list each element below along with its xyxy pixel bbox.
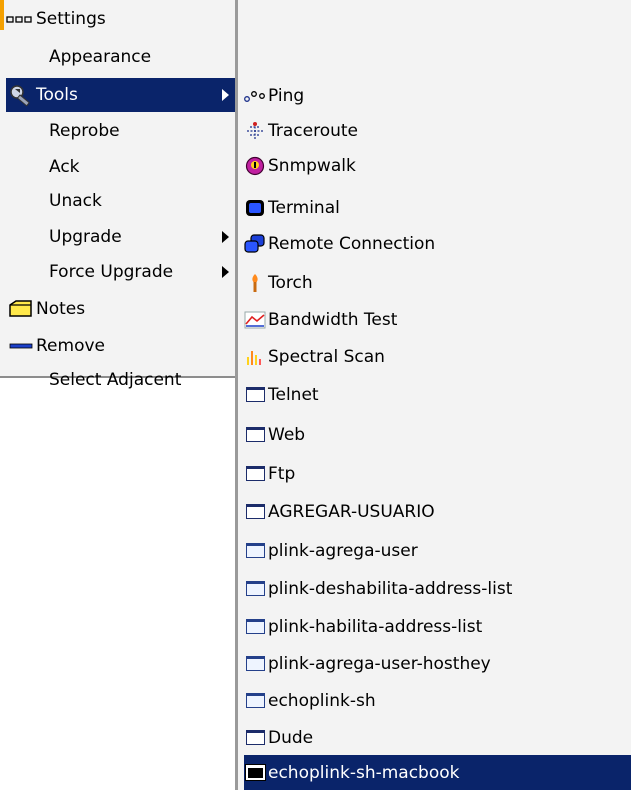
menu-item-label: Unack	[49, 191, 102, 211]
torch-icon	[244, 271, 266, 295]
tools-item-spectral-scan[interactable]: Spectral Scan	[244, 339, 631, 374]
tools-item-label: Telnet	[268, 384, 319, 405]
tools-item-label: plink-habilita-address-list	[268, 616, 483, 637]
menu-item-remove[interactable]: Remove	[6, 329, 235, 363]
tools-item-dude[interactable]: Dude	[244, 720, 631, 755]
window-icon	[244, 577, 266, 601]
tools-item-label: Traceroute	[268, 120, 359, 141]
tools-item-agregar-usuario[interactable]: AGREGAR-USUARIO	[244, 494, 631, 529]
menu-item-select-adjacent[interactable]: Select Adjacent	[6, 365, 235, 395]
tools-item-label: AGREGAR-USUARIO	[268, 501, 435, 522]
ping-icon	[244, 84, 266, 108]
submenu-arrow-icon	[222, 266, 229, 278]
tools-item-label: Bandwidth Test	[268, 309, 398, 330]
tools-item-snmpwalk[interactable]: Snmpwalk	[244, 148, 631, 183]
menu-item-force-upgrade[interactable]: Force Upgrade	[6, 255, 235, 289]
tools-item-label: echoplink-sh-macbook	[268, 762, 460, 783]
tools-item-label: Dude	[268, 727, 314, 748]
tools-item-plink-agrega-user-hosthey[interactable]: plink-agrega-user-hosthey	[244, 646, 631, 681]
tools-item-terminal[interactable]: Terminal	[244, 190, 631, 225]
tools-item-ping[interactable]: Ping	[244, 78, 631, 113]
tools-item-label: Torch	[268, 272, 313, 293]
menu-item-label: Settings	[36, 9, 106, 29]
menu-item-label: Select Adjacent	[49, 370, 182, 390]
tools-item-traceroute[interactable]: Traceroute	[244, 113, 631, 148]
menu-item-label: Tools	[36, 85, 78, 105]
tools-item-label: Terminal	[268, 197, 340, 218]
window-icon	[244, 539, 266, 563]
window-icon	[244, 383, 266, 407]
tools-item-label: plink-deshabilita-address-list	[268, 578, 513, 599]
tools-item-label: Spectral Scan	[268, 346, 385, 367]
tools-item-telnet[interactable]: Telnet	[244, 377, 631, 412]
tools-item-echoplink-sh-macbook[interactable]: echoplink-sh-macbook	[244, 755, 631, 790]
window-icon	[244, 500, 266, 524]
menu-edge-accent	[0, 0, 4, 30]
tools-item-label: plink-agrega-user-hosthey	[268, 653, 491, 674]
tools-item-label: Ping	[268, 85, 305, 106]
bandwidth-test-icon	[244, 308, 266, 332]
tools-item-plink-deshabilita-address-list[interactable]: plink-deshabilita-address-list	[244, 571, 631, 606]
tools-item-torch[interactable]: Torch	[244, 265, 631, 300]
menu-item-notes[interactable]: Notes	[6, 292, 235, 326]
traceroute-icon	[244, 119, 266, 143]
remote-connection-icon	[244, 232, 266, 256]
menu-item-appearance[interactable]: Appearance	[6, 40, 235, 74]
menu-item-tools[interactable]: Tools	[6, 78, 235, 112]
submenu-arrow-icon	[222, 231, 229, 243]
menu-item-label: Force Upgrade	[49, 262, 174, 282]
tools-item-plink-habilita-address-list[interactable]: plink-habilita-address-list	[244, 609, 631, 644]
menu-item-upgrade[interactable]: Upgrade	[6, 220, 235, 254]
menu-item-label: Remove	[36, 336, 105, 356]
menu-item-label: Ack	[49, 157, 80, 177]
window-icon	[244, 689, 266, 713]
snmpwalk-icon	[244, 154, 266, 178]
menu-item-label: Appearance	[49, 47, 152, 67]
tools-item-label: Ftp	[268, 463, 296, 484]
notes-icon	[6, 297, 36, 321]
menu-item-label: Reprobe	[49, 121, 120, 141]
spectral-scan-icon	[244, 345, 266, 369]
tools-item-echoplink-sh[interactable]: echoplink-sh	[244, 683, 631, 718]
tools-item-web[interactable]: Web	[244, 417, 631, 452]
remove-icon	[6, 334, 36, 358]
window-icon	[244, 652, 266, 676]
menu-item-unack[interactable]: Unack	[6, 184, 235, 218]
menu-item-reprobe[interactable]: Reprobe	[6, 114, 235, 148]
tools-item-label: Web	[268, 424, 306, 445]
window-icon	[244, 423, 266, 447]
tools-item-label: Remote Connection	[268, 233, 436, 254]
tools-item-ftp[interactable]: Ftp	[244, 456, 631, 491]
context-menu: Settings Appearance Tools Reprobe Ack Un…	[0, 0, 245, 390]
terminal-window-icon	[244, 761, 266, 785]
window-icon	[244, 462, 266, 486]
tools-item-label: plink-agrega-user	[268, 540, 418, 561]
tools-item-label: echoplink-sh	[268, 690, 376, 711]
tools-item-plink-agrega-user[interactable]: plink-agrega-user	[244, 533, 631, 568]
tools-icon	[6, 83, 36, 107]
tools-item-bandwidth-test[interactable]: Bandwidth Test	[244, 302, 631, 337]
tools-submenu: Ping Traceroute Snmpwalk Terminal Remote…	[235, 0, 631, 790]
settings-dots-icon	[6, 7, 36, 31]
menu-item-ack[interactable]: Ack	[6, 150, 235, 184]
terminal-icon	[244, 196, 266, 220]
menu-item-label: Upgrade	[49, 227, 122, 247]
submenu-arrow-icon	[222, 89, 229, 101]
menu-item-label: Notes	[36, 299, 86, 319]
tools-item-remote-connection[interactable]: Remote Connection	[244, 226, 631, 261]
tools-item-label: Snmpwalk	[268, 155, 356, 176]
window-icon	[244, 726, 266, 750]
window-icon	[244, 615, 266, 639]
menu-item-settings[interactable]: Settings	[6, 2, 235, 36]
